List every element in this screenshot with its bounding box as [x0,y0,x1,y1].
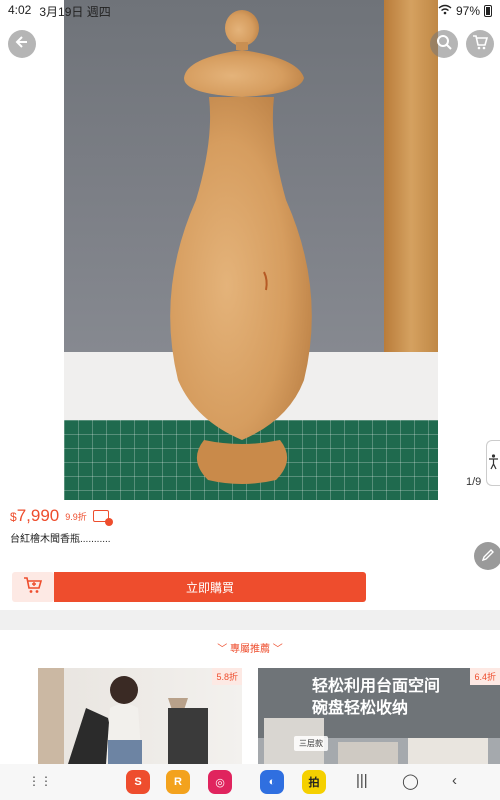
yahoo-app-icon[interactable]: 拍 [302,770,326,794]
status-bar: 4:02 3月19日 週四 97% [0,0,500,22]
product-image[interactable] [64,0,438,500]
cart-button[interactable] [466,30,494,58]
card-image [38,668,242,764]
rakuten-app-icon[interactable]: R [166,770,190,794]
product-title: 台紅檜木聞香瓶........... [10,534,111,545]
accessibility-icon [489,453,498,473]
recent-apps-icon[interactable]: ||| [356,772,368,789]
recommend-card[interactable]: 轻松利用台面空间 碗盘轻松收纳 三层款 6.4折 [258,668,500,764]
app-drawer-icon[interactable]: ⋮⋮ [28,774,52,788]
product-page: 4:02 3月19日 週四 97% 1/9 $7,990 9.9折 台紅檜木聞香… [0,0,500,800]
battery-level: 97% [455,4,480,18]
edit-button[interactable] [474,542,500,570]
search-icon [436,34,452,55]
card-tag: 三层款 [294,736,328,751]
navigation-bar: ⋮⋮ S R ◎ ◐ 拍 ||| ◯ ‹ [0,764,500,800]
battery-icon [484,5,492,17]
add-to-cart-button[interactable] [12,572,54,602]
section-divider [0,610,500,630]
vase-illustration [170,10,312,484]
chevron-left-icon: ﹀ [217,644,230,655]
status-date: 3月19日 週四 [39,4,111,19]
edit-icon [481,548,495,565]
chevron-right-icon: ﹀ [270,644,283,655]
search-button[interactable] [430,30,458,58]
status-time: 4:02 [8,2,32,17]
cart-icon [472,34,489,55]
price-row: $7,990 9.9折 [10,506,113,526]
home-icon[interactable]: ◯ [402,772,419,790]
back-icon [14,34,30,55]
nav-back-icon[interactable]: ‹ [452,772,457,789]
price: $7,990 [10,506,60,525]
image-counter: 1/9 [466,476,482,488]
coupon-icon[interactable] [92,510,113,526]
discount-badge: 5.8折 [212,668,242,685]
back-button[interactable] [8,30,36,58]
shopee-app-icon[interactable]: S [126,770,150,794]
buy-now-button[interactable]: 立即購買 [54,572,366,602]
recommend-card[interactable]: 5.8折 [8,668,242,764]
wifi-icon [438,4,452,18]
discount-badge: 6.4折 [470,668,500,685]
accessibility-tab[interactable] [486,440,500,486]
card-headline: 轻松利用台面空间 碗盘轻松收纳 [312,678,441,717]
browser-app-icon[interactable]: ◐ [260,770,284,794]
add-to-cart-icon [23,576,43,599]
recommend-heading: ﹀ 專屬推薦 ﹀ [217,644,283,655]
discount-badge: 9.9折 [65,511,87,522]
camera-app-icon[interactable]: ◎ [208,770,232,794]
